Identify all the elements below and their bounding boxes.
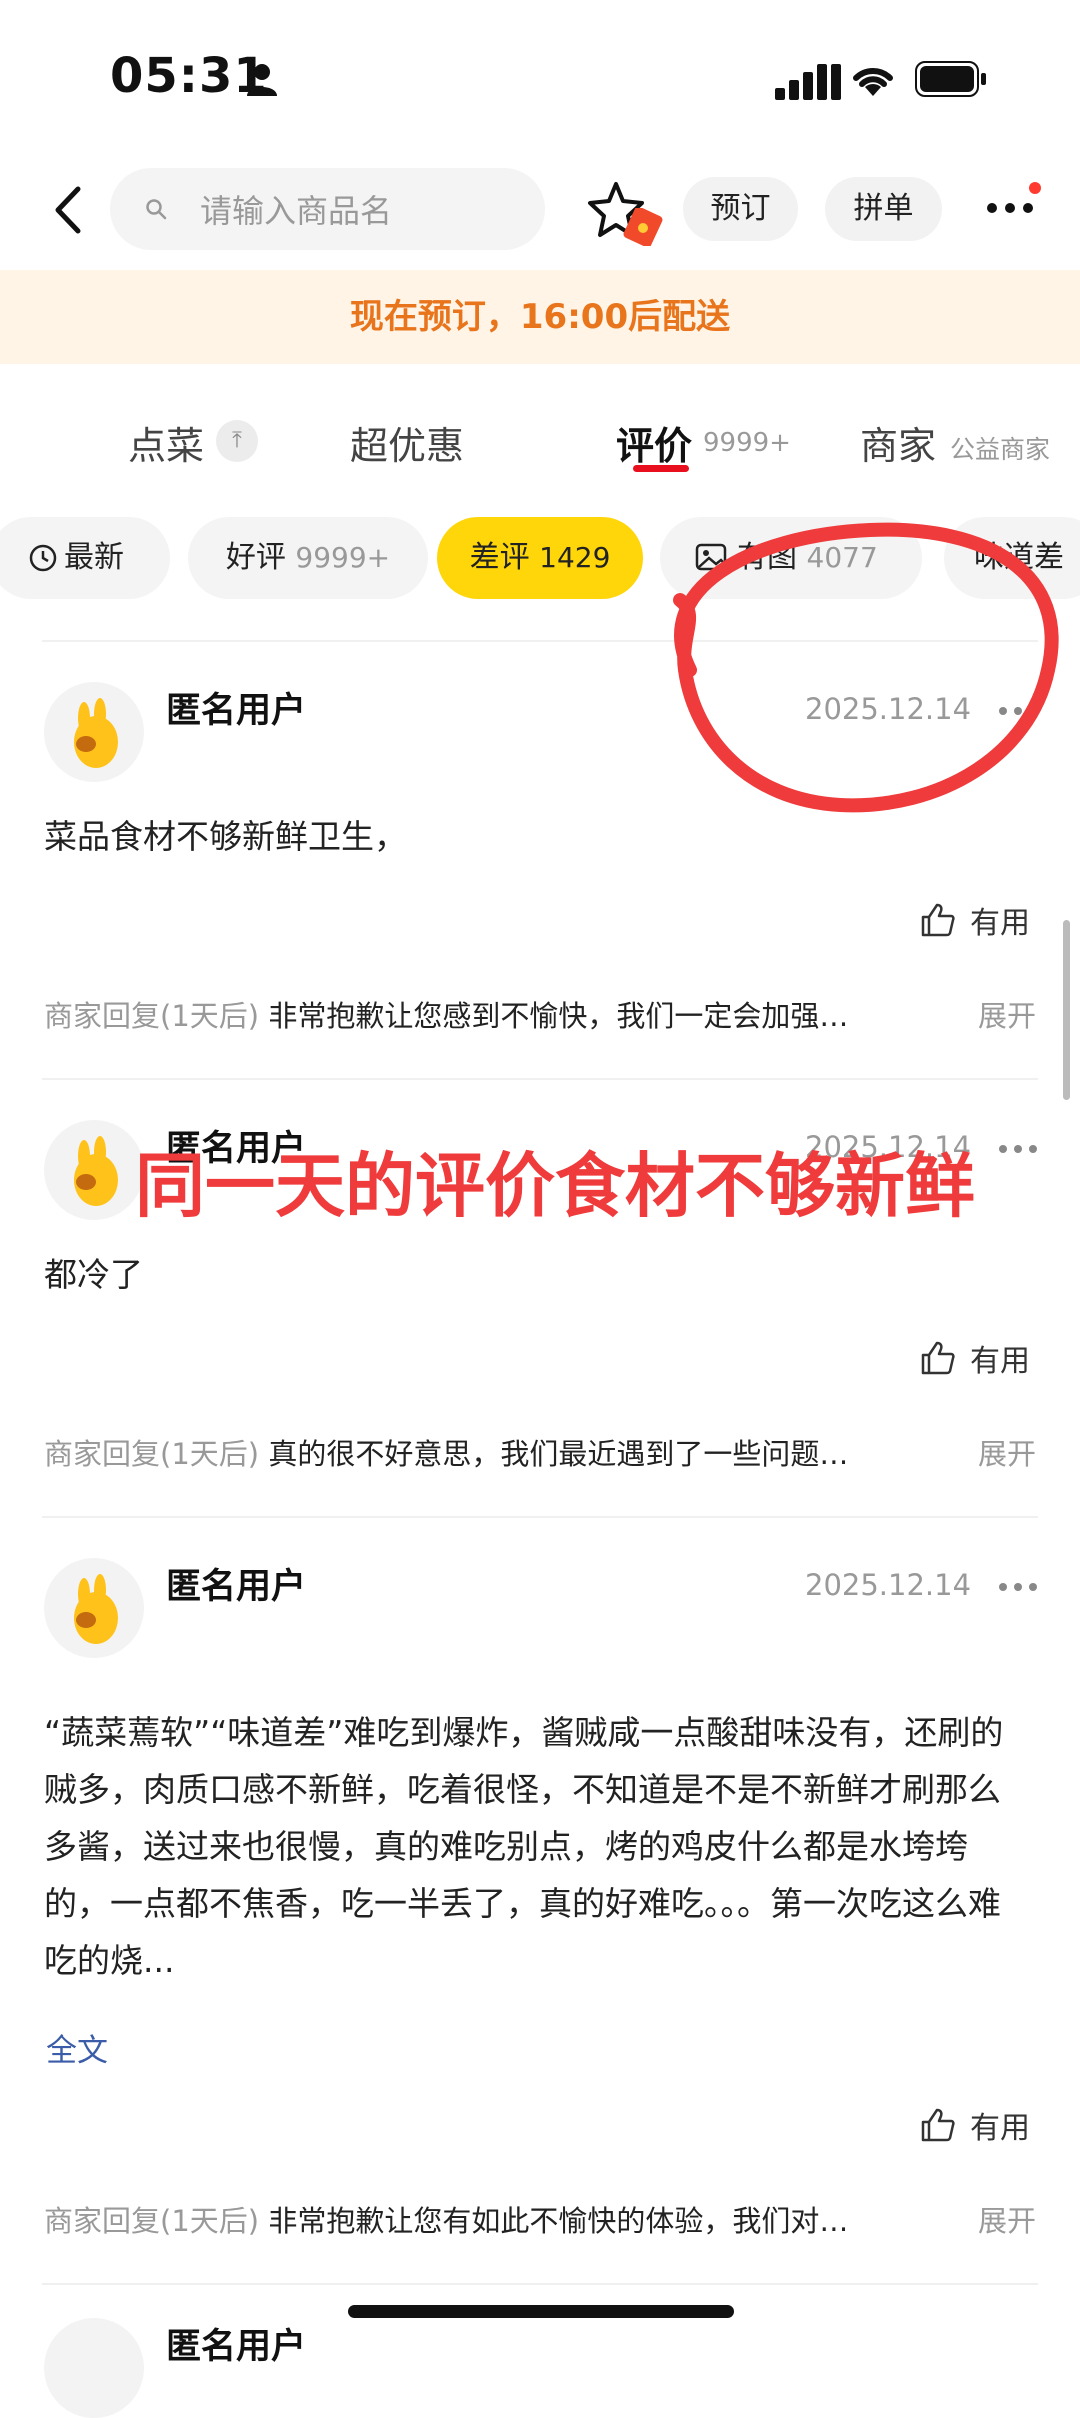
full-text-link[interactable]: 全文 (46, 2025, 108, 2070)
merchant-reply: 商家回复(1天后) 非常抱歉让您有如此不愉快的体验，我们对… (44, 2198, 949, 2240)
tab-active-indicator (633, 465, 689, 472)
reply-label: 商家回复(1天后) (44, 999, 260, 1033)
merchant-reply: 商家回复(1天后) 非常抱歉让您感到不愉快，我们一定会加强… (44, 993, 949, 1035)
tab-merchant[interactable]: 商家 (860, 415, 936, 470)
reply-text: 真的很不好意思，我们最近遇到了一些问题… (268, 1437, 849, 1471)
tab-merchant-sub: 公益商家 (950, 435, 1051, 464)
group-order-button[interactable]: 拼单 (825, 177, 942, 241)
review-username: 匿名用户 (166, 691, 307, 731)
reply-text: 非常抱歉让您感到不愉快，我们一定会加强… (268, 999, 849, 1033)
review-more-icon[interactable] (998, 1144, 1038, 1154)
filter-label: 好评 (225, 540, 286, 575)
home-indicator[interactable] (348, 2305, 734, 2318)
thumb-up-icon (921, 1341, 955, 1375)
review-text: 都冷了 (44, 1255, 143, 1294)
battery-icon (915, 61, 986, 97)
useful-label: 有用 (970, 906, 1030, 941)
filter-bad[interactable]: 差评 1429 (437, 517, 643, 599)
pin-icon: ⤒ (216, 420, 258, 462)
filter-count: 9999+ (295, 541, 391, 574)
tab-deals[interactable]: 超优惠 (350, 415, 464, 470)
expand-button[interactable]: 展开 (978, 993, 1036, 1035)
avatar[interactable] (44, 682, 144, 782)
filter-good[interactable]: 好评 9999+ (188, 517, 428, 599)
avatar[interactable] (44, 1120, 144, 1220)
scrollbar[interactable] (1063, 920, 1070, 1100)
red-packet-icon (623, 208, 663, 246)
red-circle-annotation (673, 522, 1059, 813)
divider (42, 2283, 1038, 2285)
useful-button[interactable]: 有用 (920, 1336, 1030, 1380)
kangaroo-avatar-icon (74, 1574, 118, 1644)
notification-dot (1029, 182, 1041, 194)
book-button[interactable]: 预订 (683, 177, 798, 241)
review-text: “蔬菜蔫软”“味道差”难吃到爆炸，酱贼咸一点酸甜味没有，还刷的贼多，肉质口感不新… (44, 1713, 1004, 1980)
search-input[interactable]: 请输入商品名 (200, 186, 392, 232)
signal-icon (775, 64, 841, 100)
back-icon[interactable] (48, 185, 88, 235)
reply-label: 商家回复(1天后) (44, 1437, 260, 1471)
useful-label: 有用 (970, 2111, 1030, 2146)
tab-dishes[interactable]: 点菜 (128, 415, 204, 470)
filter-label: 最新 (64, 540, 124, 575)
review-username: 匿名用户 (166, 2327, 307, 2367)
review-date: 2025.12.14 (805, 1568, 972, 1602)
thumb-up-icon (921, 903, 955, 937)
merchant-reply: 商家回复(1天后) 真的很不好意思，我们最近遇到了一些问题… (44, 1431, 949, 1473)
divider (42, 1078, 1038, 1080)
review-username: 匿名用户 (166, 1567, 307, 1607)
review-more-icon[interactable] (998, 1582, 1038, 1592)
annotation-text: 同一天的评价食材不够新鲜 (135, 1145, 975, 1227)
more-icon[interactable] (985, 198, 1035, 218)
divider (42, 1516, 1038, 1518)
avatar[interactable] (44, 2318, 144, 2418)
thumb-up-icon (921, 2108, 955, 2142)
tab-reviews[interactable]: 评价 (616, 415, 692, 470)
filter-latest[interactable]: 最新 (0, 517, 170, 599)
reply-label: 商家回复(1天后) (44, 2204, 260, 2238)
clock-icon (29, 544, 57, 572)
useful-button[interactable]: 有用 (920, 898, 1030, 942)
filter-count: 1429 (539, 541, 611, 574)
useful-button[interactable]: 有用 (920, 2103, 1030, 2147)
preorder-banner-text: 现在预订，16:00后配送 (349, 297, 731, 337)
wifi-icon (853, 67, 893, 96)
filter-label: 差评 (469, 540, 530, 575)
tab-reviews-count: 9999+ (703, 428, 791, 458)
expand-button[interactable]: 展开 (978, 1431, 1036, 1473)
person-icon (247, 64, 277, 96)
avatar[interactable] (44, 1558, 144, 1658)
search-icon (146, 199, 167, 220)
kangaroo-avatar-icon (74, 698, 118, 768)
useful-label: 有用 (970, 1344, 1030, 1379)
reply-text: 非常抱歉让您有如此不愉快的体验，我们对… (268, 2204, 849, 2238)
kangaroo-avatar-icon (74, 1136, 118, 1206)
expand-button[interactable]: 展开 (978, 2198, 1036, 2240)
